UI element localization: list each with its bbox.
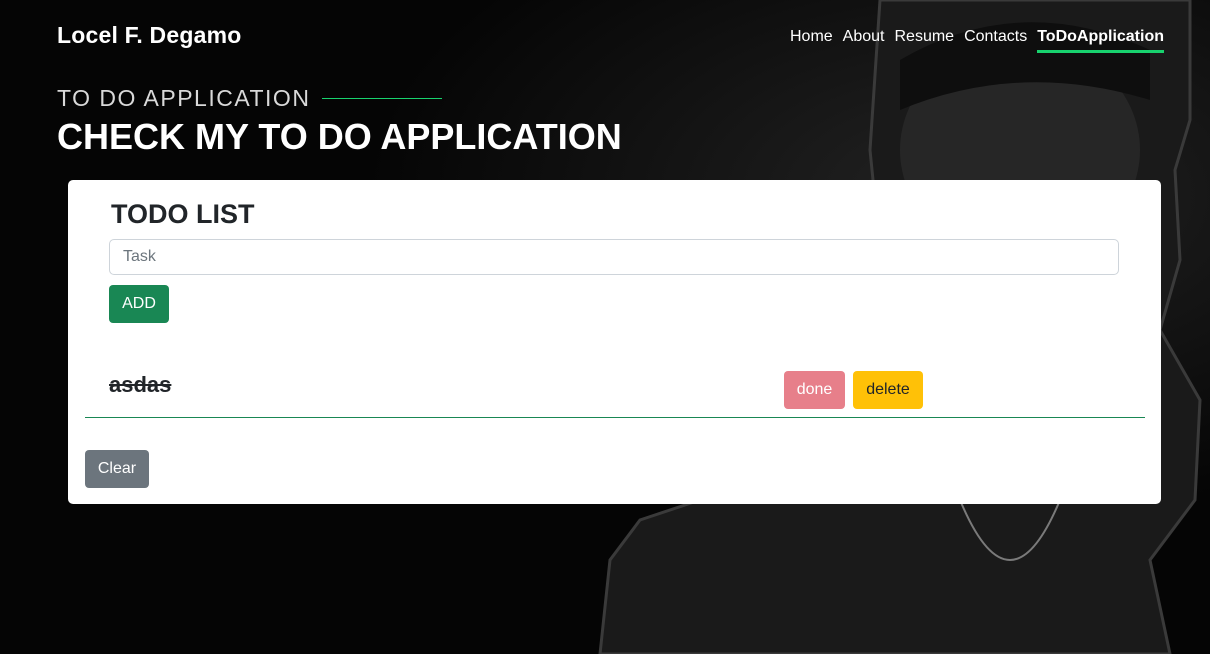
nav-resume[interactable]: Resume [894, 28, 954, 53]
main-nav: Home About Resume Contacts ToDoApplicati… [790, 28, 1164, 53]
nav-todoapplication[interactable]: ToDoApplication [1037, 28, 1164, 53]
todo-list-title: TODO LIST [111, 199, 255, 229]
todo-item: asdas done delete [85, 365, 1145, 418]
brand-name[interactable]: Locel F. Degamo [57, 22, 241, 49]
todo-item-text: asdas [109, 372, 172, 397]
done-button[interactable]: done [784, 371, 845, 409]
nav-contacts[interactable]: Contacts [964, 28, 1027, 53]
clear-button[interactable]: Clear [85, 450, 149, 488]
hero-subtitle-text: TO DO APPLICATION [57, 85, 311, 111]
add-button[interactable]: ADD [109, 285, 169, 323]
hero-title: CHECK MY TO DO APPLICATION [57, 116, 622, 157]
delete-button[interactable]: delete [853, 371, 923, 409]
accent-divider [322, 98, 443, 99]
task-input[interactable] [109, 239, 1119, 275]
nav-home[interactable]: Home [790, 28, 833, 53]
todo-card: TODO LIST ADD asdas done delete Clear [68, 180, 1161, 504]
page: Locel F. Degamo Home About Resume Contac… [0, 0, 1210, 654]
nav-about[interactable]: About [843, 28, 885, 53]
hero-subtitle: TO DO APPLICATION [57, 85, 443, 112]
